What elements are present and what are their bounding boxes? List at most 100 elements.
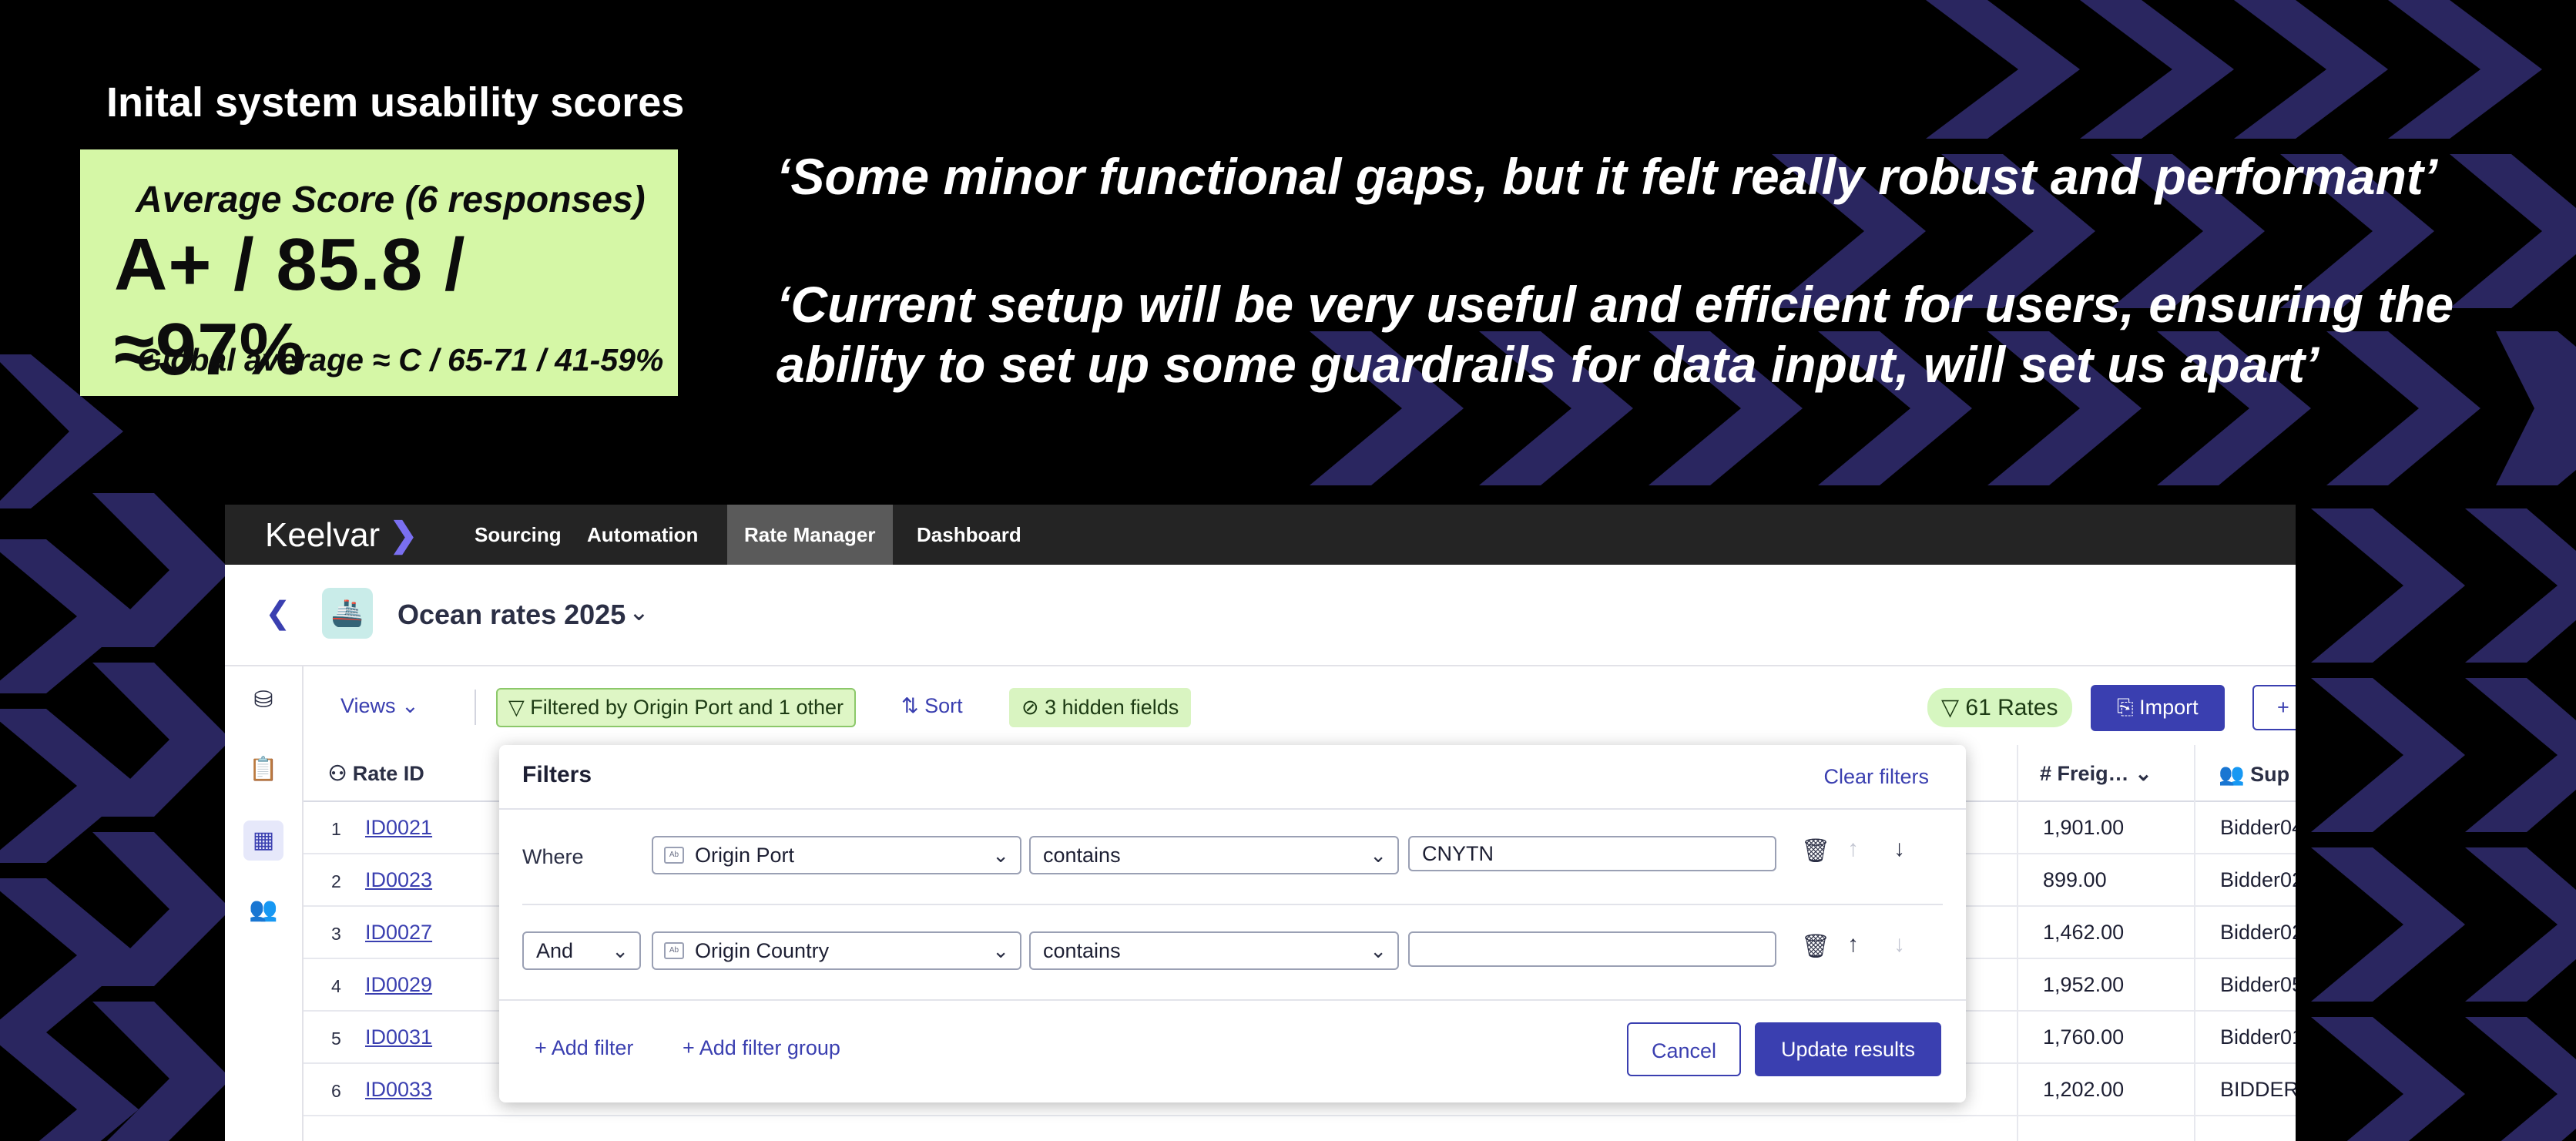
page-title[interactable]: Ocean rates 2025: [397, 599, 626, 631]
filter-value-input[interactable]: [1408, 931, 1776, 967]
rate-id-link[interactable]: ID0029: [365, 973, 432, 997]
cancel-button[interactable]: Cancel: [1627, 1022, 1741, 1076]
keelvar-logo[interactable]: Keelvar ❯: [265, 515, 418, 555]
clear-filters-link[interactable]: Clear filters: [1823, 765, 1929, 789]
operator-select[interactable]: contains ⌄: [1029, 836, 1399, 874]
rates-count-label: 61 Rates: [1965, 695, 2058, 720]
rate-id-link[interactable]: ID0021: [365, 816, 432, 840]
nav-item-rate-manager[interactable]: Rate Manager: [727, 505, 893, 565]
operator-select[interactable]: contains ⌄: [1029, 931, 1399, 970]
supplier-cell: BIDDER0: [2220, 1078, 2296, 1101]
page-header: ❮ 🚢 Ocean rates 2025 ⌄: [225, 565, 2296, 666]
freight-cell: 899.00: [2043, 868, 2107, 891]
eye-slash-icon: ⊘: [1021, 696, 1039, 719]
add-filter-group-link[interactable]: + Add filter group: [683, 1036, 840, 1060]
conjunction-label: And: [536, 939, 574, 962]
filters-title: Filters: [522, 762, 592, 787]
operator-label: contains: [1043, 939, 1121, 962]
arrow-down-icon[interactable]: ↓: [1893, 836, 1905, 862]
nav-item-sourcing[interactable]: Sourcing: [458, 505, 579, 565]
ship-icon: 🚢: [322, 588, 373, 639]
column-header-rate-id[interactable]: ⚇ Rate ID: [328, 762, 424, 786]
freight-cell: 1,952.00: [2043, 973, 2125, 996]
nav-item-dashboard[interactable]: Dashboard: [900, 505, 1038, 565]
supplier-header-label: Sup: [2250, 763, 2290, 786]
filter-value-input[interactable]: [1408, 836, 1776, 871]
clipboard-icon[interactable]: 📋: [243, 750, 283, 790]
column-header-supplier[interactable]: 👥 Sup: [2219, 762, 2289, 787]
supplier-cell: Bidder02: [2220, 868, 2296, 891]
quote-2: ‘Current setup will be very useful and e…: [776, 276, 2454, 393]
freight-cell: 1,760.00: [2043, 1025, 2125, 1049]
row-number: 3: [331, 924, 341, 944]
rate-id-link[interactable]: ID0027: [365, 921, 432, 945]
logo-text: Keelvar: [265, 516, 381, 554]
arrow-up-icon: ↑: [1847, 836, 1859, 861]
supplier-cell: Bidder04: [2220, 816, 2296, 839]
users-icon[interactable]: 👥: [243, 890, 283, 930]
sort-arrows-icon: ⇅: [901, 694, 919, 717]
rate-id-link[interactable]: ID0023: [365, 868, 432, 892]
trash-icon[interactable]: 🗑: [1801, 933, 1830, 960]
add-button[interactable]: +: [2252, 685, 2296, 730]
row-number: 5: [331, 1029, 341, 1049]
arrow-up-icon[interactable]: ↑: [1847, 931, 1859, 958]
freight-cell: 1,901.00: [2043, 816, 2125, 839]
chevron-down-icon: ⌄: [992, 939, 1009, 962]
hash-icon: #: [2040, 762, 2052, 785]
hidden-fields-label: 3 hidden fields: [1045, 696, 1179, 719]
rates-funnel-icon: ▽: [1941, 695, 1960, 720]
sort-button[interactable]: ⇅ Sort: [901, 694, 963, 718]
logo-chevron-icon: ❯: [389, 516, 418, 554]
rate-id-link[interactable]: ID0033: [365, 1078, 432, 1102]
database-icon[interactable]: ⛁: [243, 680, 283, 720]
freight-header-label: Freig…: [2057, 762, 2129, 785]
row-number: 4: [331, 976, 341, 996]
left-sidebar: ⛁ 📋 ▦ 👥: [225, 666, 304, 1141]
field-select-label: Origin Country: [695, 939, 830, 962]
nav-item-automation[interactable]: Automation: [570, 505, 715, 565]
trash-icon[interactable]: 🗑: [1801, 837, 1830, 864]
chevron-down-icon: ⌄: [1370, 844, 1387, 867]
arrow-down-icon: ↓: [1893, 931, 1905, 957]
row-number: 6: [331, 1081, 341, 1101]
filter-chip[interactable]: ▽ Filtered by Origin Port and 1 other: [496, 688, 856, 727]
global-average-label: Global average ≈ C / 65-71 / 41-59%: [137, 342, 664, 378]
quote-1: ‘Some minor functional gaps, but it felt…: [776, 148, 2438, 205]
filters-panel: Filters Clear filters Where Ab Origin Po…: [499, 745, 1966, 1102]
top-nav-bar: Keelvar ❯ Sourcing Automation Rate Manag…: [225, 505, 2296, 565]
freight-cell: 1,462.00: [2043, 921, 2125, 944]
supplier-cell: Bidder05: [2220, 973, 2296, 996]
field-select-label: Origin Port: [695, 844, 795, 867]
update-results-button[interactable]: Update results: [1755, 1022, 1941, 1076]
rate-id-link[interactable]: ID0031: [365, 1025, 432, 1049]
import-label: Import: [2139, 696, 2199, 719]
column-header-freight[interactable]: # Freig… ⌄: [2040, 762, 2152, 786]
rates-count-badge[interactable]: ▽ 61 Rates: [1927, 688, 2072, 727]
text-field-icon: Ab: [664, 942, 684, 959]
views-dropdown[interactable]: Views ⌄: [340, 694, 419, 718]
table-icon[interactable]: ▦: [243, 821, 283, 861]
filter-funnel-icon: ▽: [508, 696, 525, 719]
views-label: Views: [340, 694, 396, 717]
where-label: Where: [522, 845, 584, 868]
sort-label: Sort: [924, 694, 963, 717]
conjunction-select[interactable]: And ⌄: [522, 931, 641, 970]
back-chevron-icon[interactable]: ❮: [265, 596, 291, 631]
chevron-down-icon: ⌄: [612, 939, 629, 962]
title-chevron-down-icon[interactable]: ⌄: [629, 597, 649, 626]
text-field-icon: Ab: [664, 847, 684, 864]
average-score-label: Average Score (6 responses): [136, 180, 646, 220]
supplier-cell: Bidder01: [2220, 1025, 2296, 1049]
field-select-origin-country[interactable]: Ab Origin Country ⌄: [652, 931, 1021, 970]
divider: [499, 999, 1966, 1001]
chevron-down-icon: ⌄: [1370, 939, 1387, 962]
import-file-icon: ⎘: [2117, 696, 2134, 719]
views-chevron-down-icon: ⌄: [401, 694, 419, 717]
field-select-origin-port[interactable]: Ab Origin Port ⌄: [652, 836, 1021, 874]
hidden-fields-chip[interactable]: ⊘ 3 hidden fields: [1009, 688, 1192, 727]
import-button[interactable]: ⎘ Import: [2091, 685, 2225, 731]
add-filter-link[interactable]: + Add filter: [535, 1036, 633, 1060]
freight-chevron-down-icon: ⌄: [2135, 762, 2152, 785]
view-toolbar: Views ⌄ ▽ Filtered by Origin Port and 1 …: [304, 666, 2296, 743]
